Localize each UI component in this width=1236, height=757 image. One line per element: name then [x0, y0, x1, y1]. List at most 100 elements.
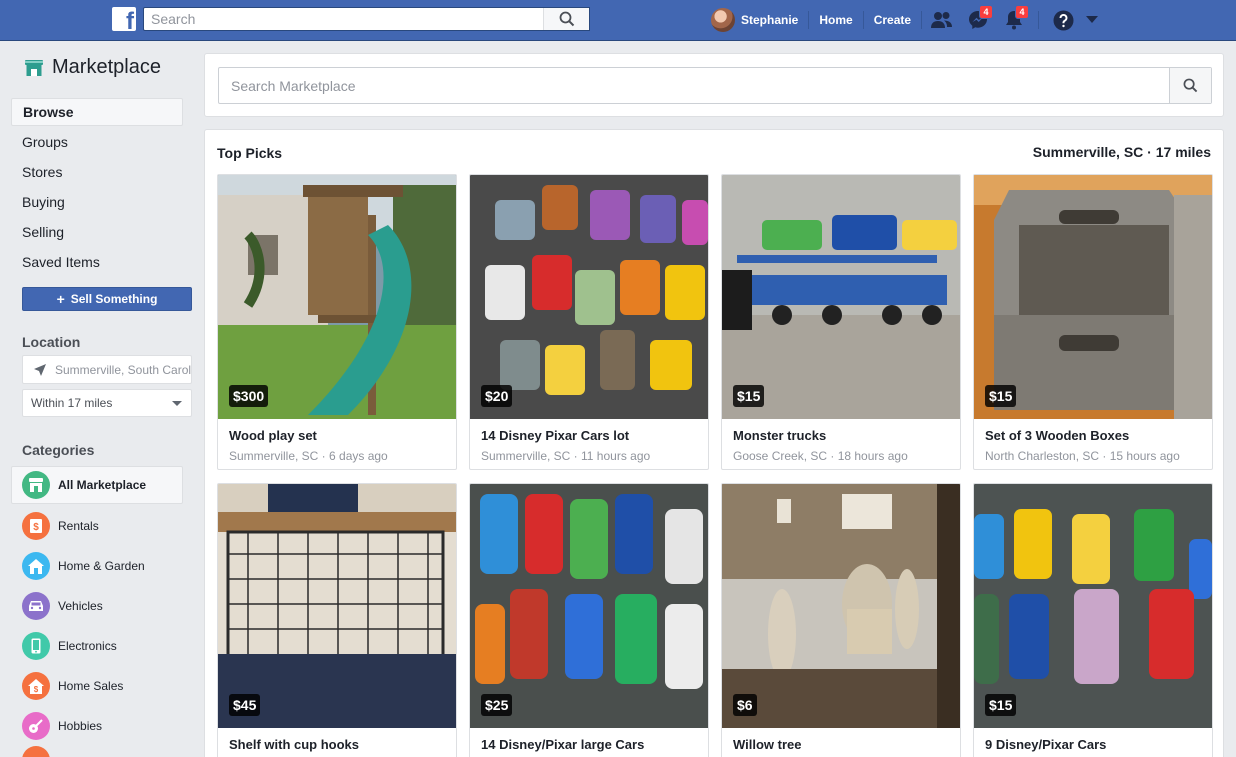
nav-selling[interactable]: Selling — [11, 217, 183, 247]
marketplace-sidebar: Marketplace Browse Groups Stores Buying … — [0, 41, 195, 757]
listing-meta: Summerville, SC · 11 hours ago — [481, 449, 651, 463]
category-more[interactable] — [11, 746, 183, 757]
global-search-button[interactable] — [543, 8, 589, 30]
svg-text:$: $ — [34, 685, 39, 694]
listing-card[interactable]: $15 Set of 3 Wooden Boxes North Charlest… — [973, 174, 1213, 470]
global-search-box — [143, 7, 590, 31]
marketplace-store-icon — [25, 59, 43, 76]
car-icon — [22, 592, 50, 620]
sell-something-label: Sell Something — [70, 292, 158, 306]
radius-value: Within 17 miles — [31, 396, 113, 410]
category-label: Rentals — [58, 519, 99, 533]
listing-title[interactable]: Set of 3 Wooden Boxes — [985, 428, 1129, 443]
category-vehicles[interactable]: Vehicles — [11, 586, 183, 626]
friend-requests-button[interactable] — [924, 0, 960, 40]
category-label: Electronics — [58, 639, 117, 653]
nav-groups[interactable]: Groups — [11, 127, 183, 157]
account-menu-button[interactable] — [1081, 0, 1103, 40]
category-home-garden[interactable]: Home & Garden — [11, 546, 183, 586]
price-tag: $25 — [481, 694, 513, 716]
category-label: Home Sales — [58, 679, 124, 693]
listing-card[interactable]: $20 14 Disney Pixar Cars lot Summerville… — [469, 174, 709, 470]
marketplace-search-box — [218, 67, 1212, 104]
price-tag: $15 — [733, 385, 765, 407]
price-tag: $15 — [985, 694, 1017, 716]
nav-divider — [1038, 11, 1040, 29]
price-tag: $15 — [985, 385, 1017, 407]
location-label: Location — [22, 334, 81, 350]
marketplace-nav: Browse Groups Stores Buying Selling Save… — [11, 98, 183, 277]
nav-divider — [862, 11, 864, 29]
listing-card[interactable]: $45 Shelf with cup hooks — [217, 483, 457, 757]
listing-title[interactable]: Monster trucks — [733, 428, 826, 443]
listing-photo[interactable]: $300 — [218, 175, 456, 419]
category-electronics[interactable]: Electronics — [11, 626, 183, 666]
category-hobbies[interactable]: Hobbies — [11, 706, 183, 746]
listing-photo[interactable]: $15 — [974, 175, 1212, 419]
messages-badge: 4 — [979, 5, 994, 19]
search-icon — [559, 11, 574, 27]
svg-text:$: $ — [33, 522, 39, 533]
listing-photo[interactable]: $45 — [218, 484, 456, 728]
listing-title[interactable]: 14 Disney Pixar Cars lot — [481, 428, 629, 443]
facebook-logo-icon[interactable]: f — [112, 7, 136, 31]
messenger-button[interactable]: 4 — [960, 0, 996, 40]
listing-title[interactable]: 14 Disney/Pixar large Cars — [481, 737, 644, 752]
notifications-button[interactable]: 4 — [996, 0, 1032, 40]
price-tag: $20 — [481, 385, 513, 407]
category-label: Hobbies — [58, 719, 103, 733]
radius-select[interactable]: Within 17 miles — [22, 389, 192, 417]
categories-label: Categories — [22, 442, 95, 458]
location-value: Summerville, South Carolina — [55, 362, 192, 377]
marketplace-search-card — [204, 53, 1224, 117]
listing-photo[interactable]: $15 — [722, 175, 960, 419]
listing-photo[interactable]: $20 — [470, 175, 708, 419]
home-link[interactable]: Home — [819, 13, 852, 27]
listing-photo[interactable]: $6 — [722, 484, 960, 728]
listing-meta: Goose Creek, SC · 18 hours ago — [733, 449, 908, 463]
listing-title[interactable]: Wood play set — [229, 428, 317, 443]
category-all-marketplace[interactable]: All Marketplace — [11, 466, 183, 504]
nav-saved-items[interactable]: Saved Items — [11, 247, 183, 277]
listing-card[interactable]: $25 14 Disney/Pixar large Cars — [469, 483, 709, 757]
listing-card[interactable]: $15 Monster trucks Goose Creek, SC · 18 … — [721, 174, 961, 470]
listing-title[interactable]: Shelf with cup hooks — [229, 737, 359, 752]
listing-title[interactable]: Willow tree — [733, 737, 802, 752]
nav-stores[interactable]: Stores — [11, 157, 183, 187]
section-title: Top Picks — [217, 145, 283, 161]
price-tag: $6 — [733, 694, 757, 716]
rentals-icon: $ — [22, 512, 50, 540]
store-icon — [22, 471, 50, 499]
listing-photo[interactable]: $25 — [470, 484, 708, 728]
listing-title[interactable]: 9 Disney/Pixar Cars — [985, 737, 1106, 752]
global-search-input[interactable] — [144, 8, 544, 30]
create-link[interactable]: Create — [874, 13, 911, 27]
location-summary[interactable]: Summerville, SC · 17 miles — [1033, 144, 1211, 160]
category-label: Home & Garden — [58, 559, 145, 573]
profile-link[interactable]: Stephanie — [741, 13, 798, 27]
category-home-sales[interactable]: $ Home Sales — [11, 666, 183, 706]
avatar[interactable] — [711, 8, 735, 32]
listing-card[interactable]: $15 9 Disney/Pixar Cars — [973, 483, 1213, 757]
price-tag: $45 — [229, 694, 261, 716]
location-field[interactable]: Summerville, South Carolina — [22, 355, 192, 384]
help-button[interactable] — [1045, 0, 1081, 40]
marketplace-search-input[interactable] — [219, 68, 1159, 103]
listing-card[interactable]: $300 Wood play set Summerville, SC · 6 d… — [217, 174, 457, 470]
category-rentals[interactable]: $ Rentals — [11, 506, 183, 546]
location-arrow-icon — [34, 363, 46, 376]
guitar-icon — [22, 712, 50, 740]
top-picks-card: Top Picks Summerville, SC · 17 miles $30… — [204, 129, 1224, 757]
top-navigation-bar: f Stephanie Home Create 4 4 — [0, 0, 1236, 41]
category-list: All Marketplace $ Rentals Home & Garden … — [11, 466, 183, 757]
nav-buying[interactable]: Buying — [11, 187, 183, 217]
nav-browse[interactable]: Browse — [11, 98, 183, 126]
listing-meta: Summerville, SC · 6 days ago — [229, 449, 388, 463]
category-label: All Marketplace — [58, 478, 147, 492]
marketplace-search-button[interactable] — [1169, 68, 1211, 103]
listing-photo[interactable]: $15 — [974, 484, 1212, 728]
listing-card[interactable]: $6 Willow tree — [721, 483, 961, 757]
marketplace-header: Marketplace — [24, 56, 161, 79]
friends-icon — [931, 12, 953, 28]
sell-something-button[interactable]: + Sell Something — [22, 287, 192, 311]
